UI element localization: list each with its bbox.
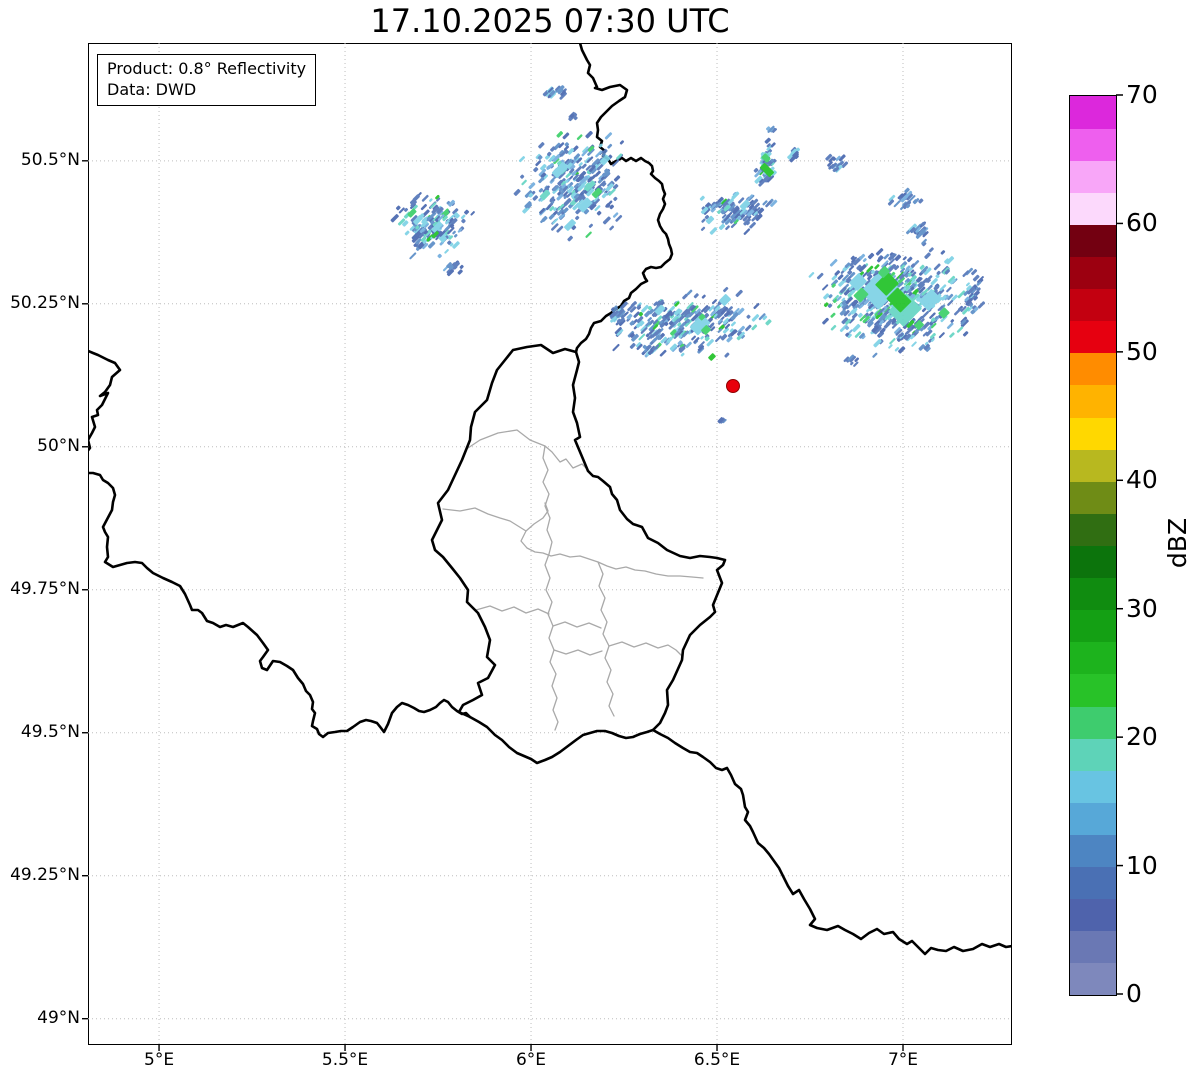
x-tick-label: 7°E xyxy=(887,1050,919,1070)
y-tick-label: 50.5°N xyxy=(20,149,80,170)
x-tick-label: 6.5°E xyxy=(693,1050,741,1070)
y-tick-label: 50.25°N xyxy=(10,292,80,313)
colorbar-tick-label: 50 xyxy=(1126,336,1158,366)
y-tick-label: 49.5°N xyxy=(20,721,80,742)
x-tick-label: 5°E xyxy=(144,1050,175,1070)
colorbar-tick-label: 0 xyxy=(1126,979,1142,1008)
y-tick-label: 49.25°N xyxy=(10,864,80,885)
colorbar-tick-label: 40 xyxy=(1126,465,1158,495)
colorbar-tick-label: 70 xyxy=(1126,80,1158,109)
colorbar-ticks xyxy=(1116,94,1123,995)
product-info-box: Product: 0.8° Reflectivity Data: DWD xyxy=(97,54,317,106)
y-tick-label: 50°N xyxy=(37,435,80,456)
product-info-line2: Data: DWD xyxy=(107,80,197,99)
radar-map-figure: 17.10.2025 07:30 UTC Product: 0.8° Refle… xyxy=(0,0,1202,1081)
x-tick-label: 5.5°E xyxy=(321,1050,369,1070)
colorbar-tick-label: 30 xyxy=(1126,593,1158,623)
colorbar-axis-label: dBZ xyxy=(1163,517,1192,569)
colorbar-tick-label: 20 xyxy=(1126,722,1158,752)
y-tick-label: 49°N xyxy=(37,1007,80,1028)
colorbar-tick-label: 10 xyxy=(1126,850,1158,880)
colorbar-tick-label: 60 xyxy=(1126,208,1158,238)
y-tick-label: 49.75°N xyxy=(10,578,80,599)
product-info-line1: Product: 0.8° Reflectivity xyxy=(107,59,307,78)
x-tick-label: 6°E xyxy=(515,1050,547,1070)
